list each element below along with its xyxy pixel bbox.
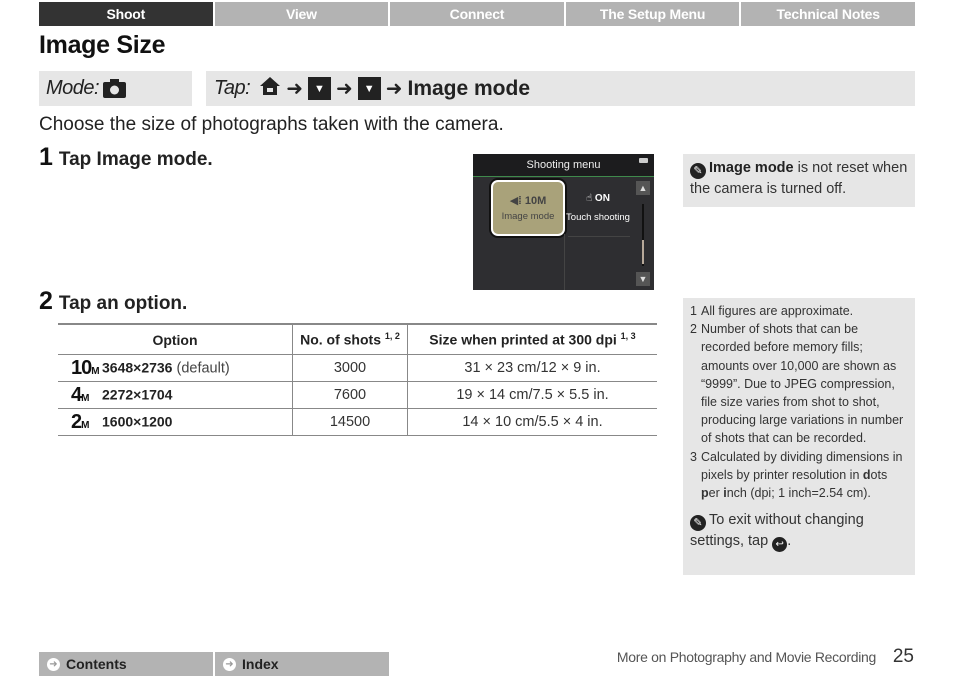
arrow-right-icon: ➜	[335, 78, 353, 100]
mode-label: Mode:	[46, 77, 100, 99]
header-option: Option	[58, 323, 293, 355]
step-2: 2 Tap an option.	[39, 287, 187, 316]
arrow-circle-icon: ➜	[47, 657, 60, 671]
tab-shoot[interactable]: Shoot	[39, 2, 213, 26]
option-dimensions: 1600×1200	[102, 412, 173, 429]
divider	[568, 236, 630, 237]
tab-setup-menu[interactable]: The Setup Menu	[565, 2, 740, 26]
arrow-right-icon: ➜	[385, 78, 403, 100]
print-size-cell: 19 × 14 cm/7.5 × 5.5 in.	[407, 381, 657, 409]
header-size: Size when printed at 300 dpi 1, 3	[407, 323, 657, 355]
option-cell: 2M 1600×1200	[58, 408, 293, 436]
screen-header-title: Shooting menu	[526, 159, 601, 171]
footnote-list: 1 All figures are approximate. 2 Number of…	[690, 302, 908, 502]
header-shots-label: No. of shots	[300, 331, 381, 348]
step-number: 2	[39, 287, 53, 315]
screen-header: Shooting menu	[473, 154, 654, 177]
tap-label: Tap:	[214, 77, 251, 99]
image-mode-label: Image mode	[501, 211, 555, 222]
scroll-down-button[interactable]: ▼	[636, 272, 650, 286]
tap-destination: Image mode	[407, 76, 531, 100]
footnote-ref: 1, 3	[620, 331, 636, 342]
option-cell: 10M 3648×2736 (default)	[58, 354, 293, 382]
divider	[564, 234, 565, 290]
image-mode-button[interactable]: ◀⁞ 10M Image mode	[491, 180, 565, 236]
image-size-4m-icon: 4M	[71, 383, 90, 406]
index-link[interactable]: ➜ Index	[215, 652, 389, 676]
mode-bar: Mode:	[39, 71, 192, 106]
footnote-item: 2 Number of shots that can be recorded be…	[690, 322, 904, 446]
shots-cell: 14500	[292, 408, 408, 436]
index-label: Index	[242, 656, 279, 672]
image-size-icon: ◀⁞ 10M	[509, 195, 547, 207]
touch-shooting-label: Touch shooting	[566, 212, 630, 223]
contents-link[interactable]: ➜ Contents	[39, 652, 213, 676]
table-row[interactable]: 2M 1600×1200 14500 14 × 10 cm/5.5 × 4 in.	[58, 408, 657, 436]
tab-technical-notes[interactable]: Technical Notes	[741, 2, 915, 26]
header-size-label: Size when printed at 300 dpi	[429, 331, 617, 348]
camera-screen: Shooting menu ◀⁞ 10M Image mode ☝ ON Tou…	[473, 154, 654, 290]
header-shots: No. of shots 1, 2	[292, 323, 408, 355]
option-dimensions: 2272×1704	[102, 385, 173, 402]
print-size-cell: 14 × 10 cm/5.5 × 4 in.	[407, 408, 657, 436]
pencil-icon: ✎	[690, 163, 706, 179]
battery-icon	[639, 158, 648, 163]
option-cell: 4M 2272×1704	[58, 381, 293, 409]
contents-label: Contents	[66, 656, 127, 672]
table-row[interactable]: 10M 3648×2736 (default) 3000 31 × 23 cm/1…	[58, 354, 657, 382]
step-text: Tap an option.	[58, 293, 188, 314]
image-size-10m-icon: 10M	[71, 356, 100, 379]
step-number: 1	[39, 143, 53, 171]
tab-connect[interactable]: Connect	[390, 2, 564, 26]
arrow-right-icon: ➜	[286, 78, 303, 100]
page-title: Image Size	[39, 31, 166, 59]
scroll-down-icon: ▼	[307, 77, 331, 100]
camera-icon	[103, 79, 127, 98]
scroll-down-icon: ▼	[357, 77, 381, 100]
option-default: (default)	[172, 359, 230, 376]
pencil-icon: ✎	[690, 515, 706, 532]
page-number: 25	[892, 646, 914, 667]
scrollbar-thumb[interactable]	[642, 240, 644, 264]
scroll-up-button[interactable]: ▲	[636, 181, 650, 195]
intro-text: Choose the size of photographs taken wit…	[39, 114, 504, 135]
arrow-circle-icon: ➜	[223, 657, 236, 671]
shots-cell: 3000	[292, 354, 408, 382]
footnote-item: 3 Calculated by dividing dimensions in pi…	[690, 449, 903, 501]
footnote-item: 1 All figures are approximate.	[690, 304, 854, 318]
table-header-row: Option No. of shots 1, 2 Size when print…	[58, 323, 657, 355]
print-size-cell: 31 × 23 cm/12 × 9 in.	[407, 354, 657, 382]
tap-path-bar: Tap: ➜ ▼ ➜ ▼ ➜ Image mode	[206, 71, 915, 106]
footnote-ref: 1, 2	[384, 331, 400, 342]
note-bold: Image mode	[709, 160, 794, 176]
top-nav: Shoot View Connect The Setup Menu Techni…	[39, 2, 915, 26]
step-text: Tap Image mode.	[58, 149, 213, 170]
exit-note: ✎ To exit without changing settings, tap …	[690, 512, 864, 553]
touch-shooting-button[interactable]: ☝ ON Touch shooting	[566, 182, 630, 234]
note-box: ✎ Image mode is not reset when the camera…	[683, 154, 915, 207]
touch-shooting-icon: ☝ ON	[586, 193, 610, 204]
section-title: More on Photography and Movie Recording	[616, 649, 876, 665]
footnotes-box: 1 All figures are approximate. 2 Number of…	[683, 298, 915, 575]
image-size-2m-icon: 2M	[71, 410, 90, 433]
image-size-table: Option No. of shots 1, 2 Size when print…	[58, 323, 657, 436]
shots-cell: 7600	[292, 381, 408, 409]
home-icon	[259, 76, 281, 101]
step-1: 1 Tap Image mode.	[39, 143, 213, 172]
return-icon: ↩	[772, 537, 788, 553]
option-dimensions: 3648×2736	[102, 358, 173, 375]
table-row[interactable]: 4M 2272×1704 7600 19 × 14 cm/7.5 × 5.5 in…	[58, 381, 657, 409]
tab-view[interactable]: View	[214, 2, 389, 26]
